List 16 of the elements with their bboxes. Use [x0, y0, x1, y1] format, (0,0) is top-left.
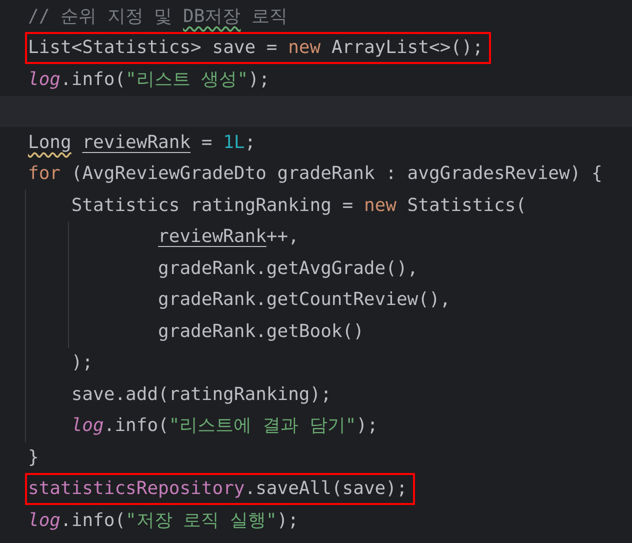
code-line: gradeRank.getBook() — [157, 320, 364, 343]
code-line: log.info("저장 로직 실행"); — [27, 510, 299, 532]
code-line: gradeRank.getCountReview(), — [157, 289, 451, 312]
code-line: // 순위 지정 및 DB저장 로직 — [27, 6, 288, 28]
code-line: } — [27, 446, 39, 469]
code-line: save.add(ratingRanking); — [70, 384, 332, 406]
code-line: reviewRank++, — [157, 226, 299, 248]
code-line: log.info("리스트에 결과 담기"); — [70, 415, 378, 438]
code-line: gradeRank.getAvgGrade(), — [157, 258, 418, 280]
code-line: log.info("리스트 생성"); — [27, 68, 270, 91]
code-line: Statistics ratingRanking = new Statistics( — [70, 194, 527, 217]
code-line: for (AvgReviewGradeDto gradeRank : avgGradesReview) { — [27, 163, 602, 186]
code-line: List<Statistics> save = new ArrayList<>(); — [28, 37, 484, 58]
code-line: statisticsRepository.saveAll(save); — [28, 478, 408, 500]
code-line: ); — [70, 352, 94, 374]
code-line: Long reviewRank = 1L; — [27, 132, 256, 154]
